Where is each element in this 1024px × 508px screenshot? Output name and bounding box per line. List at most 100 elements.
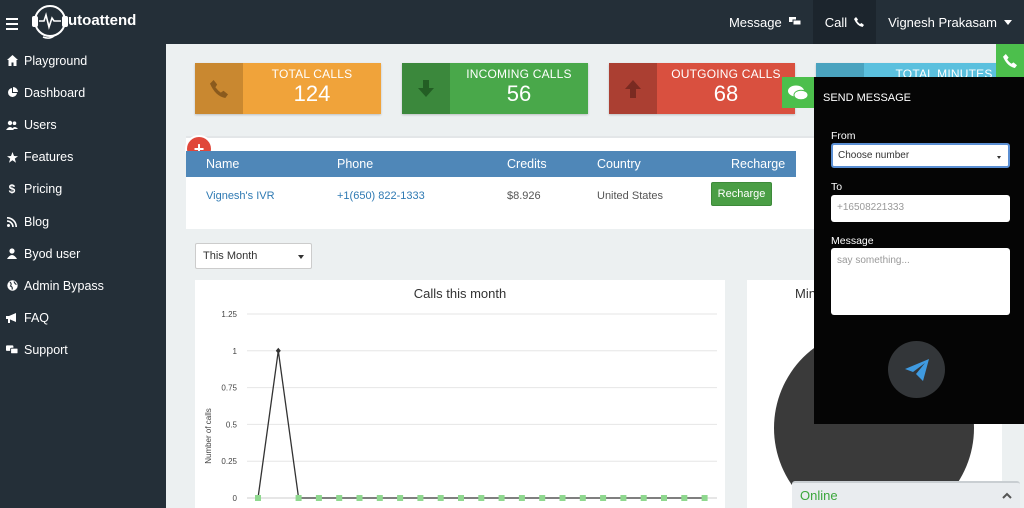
data-point[interactable]	[356, 495, 363, 501]
sidebar-item-support[interactable]: Support	[0, 334, 166, 366]
data-point[interactable]	[295, 495, 302, 501]
data-point[interactable]	[397, 495, 404, 501]
from-number-value: Choose number	[838, 150, 910, 161]
message-widget-tab[interactable]	[782, 77, 814, 108]
sidebar-item-label: Admin Bypass	[24, 278, 104, 293]
data-point[interactable]	[336, 495, 343, 501]
y-tick-label: 0.75	[221, 384, 237, 393]
period-select[interactable]: This Month	[195, 243, 312, 269]
stat-card-incoming-calls: INCOMING CALLS 56	[402, 63, 588, 114]
stat-card-total-calls: TOTAL CALLS 124	[195, 63, 381, 114]
user-menu[interactable]: Vignesh Prakasam	[876, 0, 1024, 44]
sidebar-item-label: Blog	[24, 214, 50, 229]
caret-down-icon	[997, 156, 1001, 159]
data-point[interactable]	[458, 495, 464, 501]
dollar-icon: $	[8, 182, 16, 197]
nav-message-label: Message	[728, 14, 782, 30]
globe-icon	[6, 280, 18, 292]
data-point[interactable]	[315, 495, 322, 501]
data-point[interactable]	[417, 495, 424, 501]
calls-chart: 1.25 1 0.75 0.5 0.25 0 Number of calls	[204, 310, 717, 503]
to-number-input[interactable]: +16508221333	[831, 195, 1010, 222]
user-name: Vignesh Prakasam	[888, 14, 997, 30]
message-textarea[interactable]: say something...	[831, 248, 1010, 315]
send-message-panel: SEND MESSAGE From Choose number To +1650…	[814, 77, 1024, 424]
data-point[interactable]	[661, 495, 667, 501]
from-number-select[interactable]: Choose number	[831, 143, 1010, 168]
y-tick-label: 0.5	[226, 420, 238, 429]
column-header-credits: Credits	[507, 157, 547, 171]
sidebar-item-playground[interactable]: Playground	[0, 45, 166, 77]
period-select-value: This Month	[203, 250, 258, 262]
data-point[interactable]	[640, 495, 647, 501]
to-label: To	[831, 181, 843, 193]
number-name-link[interactable]: Vignesh's IVR	[206, 190, 275, 202]
phone-icon	[1003, 53, 1017, 68]
sidebar-item-label: Support	[24, 343, 68, 358]
logo-icon	[32, 5, 68, 39]
credits-value: $8.926	[507, 190, 541, 202]
column-header-name: Name	[206, 157, 240, 171]
table-row: Vignesh's IVR +1(650) 822-1333 $8.926 Un…	[186, 182, 796, 210]
phone-icon	[195, 63, 243, 114]
send-button[interactable]	[888, 341, 945, 398]
comments-icon	[788, 85, 808, 100]
y-axis-label: Number of calls	[204, 408, 213, 464]
data-point[interactable]	[437, 495, 444, 501]
data-point[interactable]	[498, 495, 505, 501]
nav-message[interactable]: Message	[717, 0, 813, 44]
paper-plane-icon	[904, 358, 929, 381]
sidebar-item-users[interactable]: Users	[0, 109, 166, 141]
top-navbar: utoattend Message Call Vignesh Prakasam	[0, 0, 1024, 44]
data-point[interactable]	[600, 495, 607, 501]
home-icon	[6, 55, 18, 67]
users-icon	[6, 119, 18, 131]
stat-label: OUTGOING CALLS	[671, 67, 781, 81]
sidebar: Playground Dashboard Users Features $ Pr…	[0, 44, 166, 508]
sidebar-item-pricing[interactable]: $ Pricing	[0, 173, 166, 205]
data-point[interactable]	[255, 495, 261, 501]
data-point[interactable]	[376, 495, 383, 501]
sidebar-item-dashboard[interactable]: Dashboard	[0, 77, 166, 109]
stat-value: 56	[506, 81, 532, 106]
arrow-up-icon	[609, 63, 657, 114]
menu-toggle-icon[interactable]	[6, 18, 18, 30]
arrow-down-icon	[402, 63, 450, 114]
stat-value: 68	[713, 81, 739, 106]
data-point[interactable]	[681, 495, 688, 501]
table-header: Name Phone Credits Country Recharge	[186, 151, 796, 177]
data-point[interactable]	[478, 495, 485, 501]
pie-chart-icon	[6, 87, 18, 99]
data-point[interactable]	[559, 495, 566, 501]
call-widget-tab[interactable]	[996, 44, 1024, 77]
sidebar-item-faq[interactable]: FAQ	[0, 302, 166, 334]
user-icon	[6, 248, 18, 260]
message-label: Message	[831, 235, 874, 247]
sidebar-item-blog[interactable]: Blog	[0, 205, 166, 237]
phone-number-link[interactable]: +1(650) 822-1333	[337, 190, 425, 202]
sidebar-item-label: Playground	[24, 53, 88, 68]
stat-label: TOTAL CALLS	[271, 67, 353, 81]
data-point[interactable]	[620, 495, 627, 501]
column-header-phone: Phone	[337, 157, 374, 171]
data-point[interactable]	[275, 347, 281, 354]
sidebar-item-byod-user[interactable]: Byod user	[0, 238, 166, 270]
from-label: From	[831, 130, 856, 142]
chat-status-bar[interactable]: Online	[792, 481, 1020, 508]
data-point[interactable]	[539, 495, 546, 501]
chat-status-text: Online	[800, 488, 838, 503]
data-point[interactable]	[579, 495, 586, 501]
sidebar-item-admin-bypass[interactable]: Admin Bypass	[0, 270, 166, 302]
calls-chart-card: Calls this month 1.25 1 0.75 0.5 0.25 0 Number…	[195, 280, 725, 508]
nav-call[interactable]: Call	[812, 0, 877, 44]
data-point[interactable]	[518, 495, 525, 501]
sidebar-item-label: Users	[24, 117, 57, 132]
y-tick-label: 1.25	[221, 310, 237, 319]
y-tick-label: 1	[233, 347, 238, 356]
recharge-button[interactable]: Recharge	[711, 182, 772, 206]
sidebar-item-features[interactable]: Features	[0, 141, 166, 173]
country-value: United States	[597, 190, 664, 202]
data-point[interactable]	[701, 495, 708, 501]
chevron-up-icon[interactable]	[1002, 492, 1012, 499]
y-tick-label: 0	[233, 494, 238, 503]
